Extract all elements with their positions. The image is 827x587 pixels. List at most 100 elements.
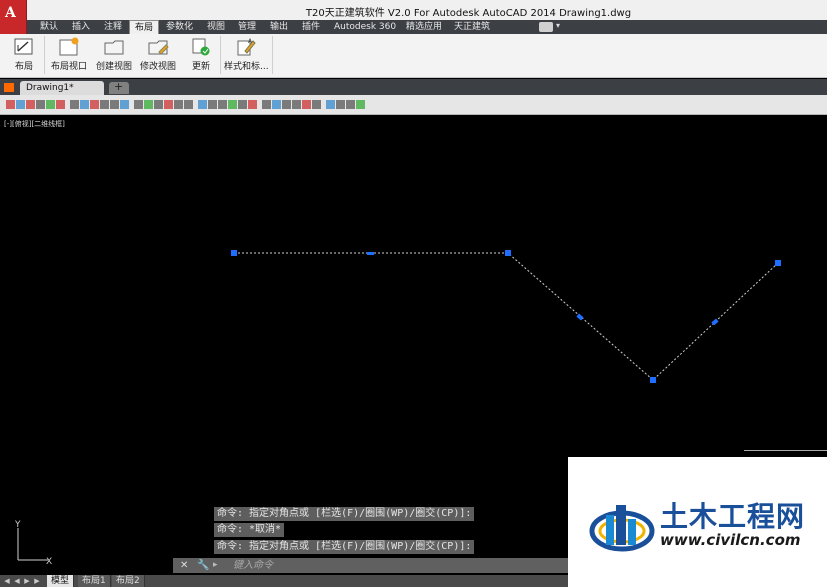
tab-autodesk-360[interactable]: Autodesk 360: [329, 20, 401, 34]
customize-wrench-icon[interactable]: 🔧: [197, 558, 209, 573]
toolbar-tool-icon[interactable]: [154, 100, 163, 109]
command-history-line: 命令: 指定对角点或 [栏选(F)/圈围(WP)/圈交(CP)]:: [214, 540, 475, 554]
tab-output[interactable]: 输出: [265, 20, 293, 34]
ribbon-divider: [44, 36, 45, 74]
grip-midpoint[interactable]: [576, 313, 584, 321]
layout-viewport-button[interactable]: 布局视口: [48, 36, 90, 76]
grip-vertex[interactable]: [505, 250, 511, 256]
toolbar-tool-icon[interactable]: [218, 100, 227, 109]
close-icon[interactable]: ✕: [180, 558, 188, 573]
viewport-divider: [744, 450, 827, 451]
styles-standards-icon: A: [235, 37, 257, 57]
toolbar-tool-icon[interactable]: [174, 100, 183, 109]
command-history-line: 命令: *取消*: [214, 523, 285, 537]
tab-featured-apps[interactable]: 精选应用: [401, 20, 447, 34]
previous-layout-icon[interactable]: ◀: [13, 576, 21, 586]
toolbar-tool-icon[interactable]: [56, 100, 65, 109]
create-view-button[interactable]: 创建视图: [94, 36, 134, 76]
tab-parametric[interactable]: 参数化: [161, 20, 198, 34]
selected-polyline[interactable]: [234, 252, 779, 381]
toolbar-tool-icon[interactable]: [144, 100, 153, 109]
tab-tangent-architecture[interactable]: 天正建筑: [449, 20, 495, 34]
first-layout-icon[interactable]: ◀: [3, 576, 11, 586]
autocad-logo-icon: A: [5, 5, 16, 21]
plus-icon: +: [114, 80, 124, 93]
title-bar: T20天正建筑软件 V2.0 For Autodesk AutoCAD 2014…: [0, 0, 827, 20]
toolbar-tool-icon[interactable]: [46, 100, 55, 109]
ribbon-toggle-icon[interactable]: [539, 22, 553, 32]
tab-layout[interactable]: 布局: [129, 20, 160, 34]
toolbar-tool-icon[interactable]: [282, 100, 291, 109]
window-title: T20天正建筑软件 V2.0 For Autodesk AutoCAD 2014…: [305, 8, 632, 19]
tab-plugins[interactable]: 插件: [297, 20, 325, 34]
toolbar-tool-icon[interactable]: [302, 100, 311, 109]
toolbar-tool-icon[interactable]: [228, 100, 237, 109]
toolbar-tool-icon[interactable]: [292, 100, 301, 109]
toolbar-tool-icon[interactable]: [198, 100, 207, 109]
toolbar-tool-icon[interactable]: [110, 100, 119, 109]
tangent-toolbar: [0, 95, 827, 115]
ribbon-panel: 布局 布局视口 创建视图 修改视图 更新 A 样式和标...: [0, 34, 827, 78]
toolbar-tool-icon[interactable]: [16, 100, 25, 109]
layout-icon: [13, 37, 35, 57]
civilcn-logo-icon: [589, 505, 655, 552]
toolbar-tool-icon[interactable]: [356, 100, 365, 109]
layout-button[interactable]: 布局: [8, 36, 40, 76]
toolbar-tool-icon[interactable]: [6, 100, 15, 109]
toolbar-tool-icon[interactable]: [262, 100, 271, 109]
ribbon-divider: [272, 36, 273, 74]
toolbar-tool-icon[interactable]: [164, 100, 173, 109]
toolbar-tool-icon[interactable]: [346, 100, 355, 109]
toolbar-tool-icon[interactable]: [70, 100, 79, 109]
grip-vertex[interactable]: [775, 260, 781, 266]
toolbar-tool-icon[interactable]: [312, 100, 321, 109]
toolbar-tool-icon[interactable]: [272, 100, 281, 109]
layout-tab-model[interactable]: 模型: [47, 575, 75, 587]
command-line: ✕ 🔧 ▸: [173, 558, 568, 573]
grip-points[interactable]: [231, 250, 781, 383]
tab-default[interactable]: 默认: [35, 20, 63, 34]
grip-midpoint[interactable]: [367, 252, 374, 255]
toolbar-tool-icon[interactable]: [90, 100, 99, 109]
layout-tab-layout1[interactable]: 布局1: [78, 575, 111, 587]
layout-tab-layout2[interactable]: 布局2: [112, 575, 145, 587]
toolbar-tool-icon[interactable]: [336, 100, 345, 109]
toolbar-tool-icon[interactable]: [248, 100, 257, 109]
application-menu-button[interactable]: A: [0, 0, 27, 36]
new-drawing-tab-button[interactable]: +: [109, 80, 129, 94]
toolbar-tool-icon[interactable]: [26, 100, 35, 109]
update-label: 更新: [191, 62, 210, 72]
ucs-icon: Y X: [14, 520, 52, 567]
recent-commands-icon[interactable]: ▸: [213, 558, 218, 573]
chevron-down-icon[interactable]: ▾: [556, 21, 560, 30]
toolbar-tool-icon[interactable]: [184, 100, 193, 109]
grip-vertex[interactable]: [650, 377, 656, 383]
next-layout-icon[interactable]: ▶: [23, 576, 31, 586]
ucs-x-label: X: [46, 557, 52, 567]
modify-view-icon: [147, 37, 169, 57]
toolbar-tool-icon[interactable]: [134, 100, 143, 109]
layout-viewport-label: 布局视口: [50, 62, 87, 72]
tab-manage[interactable]: 管理: [233, 20, 261, 34]
toolbar-tool-icon[interactable]: [36, 100, 45, 109]
civilcn-watermark: 土木工程网 www.civilcn.com: [568, 457, 827, 587]
document-tab-drawing1[interactable]: Drawing1*: [20, 81, 104, 95]
modify-view-button[interactable]: 修改视图: [138, 36, 178, 76]
toolbar-tool-icon[interactable]: [208, 100, 217, 109]
file-menu-icon[interactable]: [4, 83, 14, 92]
toolbar-tool-icon[interactable]: [326, 100, 335, 109]
toolbar-tool-icon[interactable]: [100, 100, 109, 109]
styles-standards-button[interactable]: A 样式和标...: [224, 36, 269, 76]
tab-annotate[interactable]: 注释: [99, 20, 127, 34]
tab-view[interactable]: 视图: [202, 20, 230, 34]
toolbar-tool-icon[interactable]: [120, 100, 129, 109]
tab-insert[interactable]: 插入: [67, 20, 95, 34]
toolbar-tool-icon[interactable]: [80, 100, 89, 109]
last-layout-icon[interactable]: ▶: [33, 576, 41, 586]
grip-vertex[interactable]: [231, 250, 237, 256]
toolbar-tool-icon[interactable]: [238, 100, 247, 109]
command-input[interactable]: [233, 559, 553, 572]
update-button[interactable]: 更新: [186, 36, 216, 76]
watermark-title: 土木工程网: [660, 500, 806, 533]
command-history-line: 命令: 指定对角点或 [栏选(F)/圈围(WP)/圈交(CP)]:: [214, 507, 475, 521]
